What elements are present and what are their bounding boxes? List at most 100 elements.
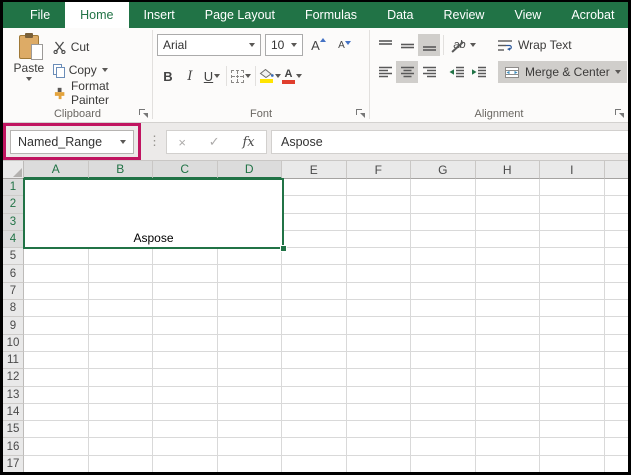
cell-f13[interactable]: [347, 387, 412, 404]
tab-view[interactable]: View: [499, 2, 556, 28]
cell-d5[interactable]: [218, 248, 283, 265]
cell-a16[interactable]: [24, 438, 89, 455]
cell-g15[interactable]: [411, 421, 476, 438]
orientation-dropdown-icon[interactable]: [470, 43, 476, 47]
column-header-d[interactable]: D: [218, 161, 283, 179]
row-header-10[interactable]: 10: [3, 335, 24, 352]
cell-i3[interactable]: [540, 214, 605, 231]
cell-d14[interactable]: [218, 404, 283, 421]
orientation-button[interactable]: ab: [447, 34, 479, 56]
formula-bar-grip-icon[interactable]: ⋮: [148, 133, 160, 149]
decrease-indent-button[interactable]: [446, 61, 468, 83]
cell-c16[interactable]: [153, 438, 218, 455]
cell-i17[interactable]: [540, 456, 605, 472]
cell-e13[interactable]: [282, 387, 347, 404]
cell-g11[interactable]: [411, 352, 476, 369]
cell-g14[interactable]: [411, 404, 476, 421]
cell-f15[interactable]: [347, 421, 412, 438]
cell-e5[interactable]: [282, 248, 347, 265]
cell-h14[interactable]: [476, 404, 541, 421]
tab-review[interactable]: Review: [428, 2, 499, 28]
middle-align-button[interactable]: [396, 34, 418, 56]
cell-b5[interactable]: [89, 248, 154, 265]
cell-g1[interactable]: [411, 179, 476, 196]
cell-b14[interactable]: [89, 404, 154, 421]
paste-button[interactable]: Paste: [7, 31, 51, 106]
select-all-button[interactable]: [3, 161, 24, 179]
name-box-dropdown-icon[interactable]: [120, 140, 126, 144]
increase-indent-button[interactable]: [468, 61, 490, 83]
cell-e16[interactable]: [282, 438, 347, 455]
cell-a9[interactable]: [24, 317, 89, 334]
borders-dropdown-icon[interactable]: [245, 74, 251, 78]
row-header-13[interactable]: 13: [3, 387, 24, 404]
cell-f6[interactable]: [347, 265, 412, 282]
row-header-2[interactable]: 2: [3, 196, 24, 213]
row-header-5[interactable]: 5: [3, 248, 24, 265]
tab-file[interactable]: File: [15, 2, 65, 28]
cell-d6[interactable]: [218, 265, 283, 282]
cell-h13[interactable]: [476, 387, 541, 404]
row-header-11[interactable]: 11: [3, 352, 24, 369]
tab-formulas[interactable]: Formulas: [290, 2, 372, 28]
row-header-16[interactable]: 16: [3, 438, 24, 455]
enter-icon[interactable]: ✓: [209, 134, 220, 150]
cell-h2[interactable]: [476, 196, 541, 213]
wrap-text-button[interactable]: Wrap Text: [491, 34, 578, 56]
cell-b12[interactable]: [89, 369, 154, 386]
formula-bar-input[interactable]: Aspose: [271, 130, 628, 154]
cell-f9[interactable]: [347, 317, 412, 334]
cell-g3[interactable]: [411, 214, 476, 231]
cell-c17[interactable]: [153, 456, 218, 472]
paste-dropdown-icon[interactable]: [26, 77, 32, 81]
cell-d7[interactable]: [218, 283, 283, 300]
cut-button[interactable]: Cut: [51, 37, 148, 57]
cell-h11[interactable]: [476, 352, 541, 369]
copy-dropdown-icon[interactable]: [102, 68, 108, 72]
tab-page-layout[interactable]: Page Layout: [190, 2, 290, 28]
alignment-dialog-launcher-icon[interactable]: [615, 109, 624, 118]
cell-d8[interactable]: [218, 300, 283, 317]
cell-b10[interactable]: [89, 335, 154, 352]
cell-e2[interactable]: [282, 196, 347, 213]
fill-color-button[interactable]: [259, 65, 281, 87]
cell-b13[interactable]: [89, 387, 154, 404]
bold-button[interactable]: B: [157, 65, 179, 87]
tab-acrobat[interactable]: Acrobat: [556, 2, 628, 28]
cell-h17[interactable]: [476, 456, 541, 472]
cell-c5[interactable]: [153, 248, 218, 265]
cell-g10[interactable]: [411, 335, 476, 352]
format-painter-button[interactable]: Format Painter: [51, 83, 148, 103]
cell-f1[interactable]: [347, 179, 412, 196]
cell-a12[interactable]: [24, 369, 89, 386]
column-header-f[interactable]: F: [347, 161, 412, 179]
cell-d17[interactable]: [218, 456, 283, 472]
cell-e15[interactable]: [282, 421, 347, 438]
cell-f14[interactable]: [347, 404, 412, 421]
cell-h9[interactable]: [476, 317, 541, 334]
cell-f4[interactable]: [347, 231, 412, 248]
row-header-8[interactable]: 8: [3, 300, 24, 317]
column-header-b[interactable]: B: [89, 161, 154, 179]
bottom-align-button[interactable]: [418, 34, 440, 56]
column-header-g[interactable]: G: [411, 161, 476, 179]
cell-h16[interactable]: [476, 438, 541, 455]
cell-g4[interactable]: [411, 231, 476, 248]
column-header-e[interactable]: E: [282, 161, 347, 179]
cell-f5[interactable]: [347, 248, 412, 265]
underline-dropdown-icon[interactable]: [214, 74, 220, 78]
top-align-button[interactable]: [374, 34, 396, 56]
cell-f12[interactable]: [347, 369, 412, 386]
cell-g16[interactable]: [411, 438, 476, 455]
shrink-font-button[interactable]: A: [333, 34, 355, 56]
cell-c8[interactable]: [153, 300, 218, 317]
cell-d16[interactable]: [218, 438, 283, 455]
cell-e17[interactable]: [282, 456, 347, 472]
cell-h5[interactable]: [476, 248, 541, 265]
cell-a5[interactable]: [24, 248, 89, 265]
clipboard-dialog-launcher-icon[interactable]: [139, 109, 148, 118]
cell-i16[interactable]: [540, 438, 605, 455]
cell-f3[interactable]: [347, 214, 412, 231]
cell-b6[interactable]: [89, 265, 154, 282]
cell-b17[interactable]: [89, 456, 154, 472]
